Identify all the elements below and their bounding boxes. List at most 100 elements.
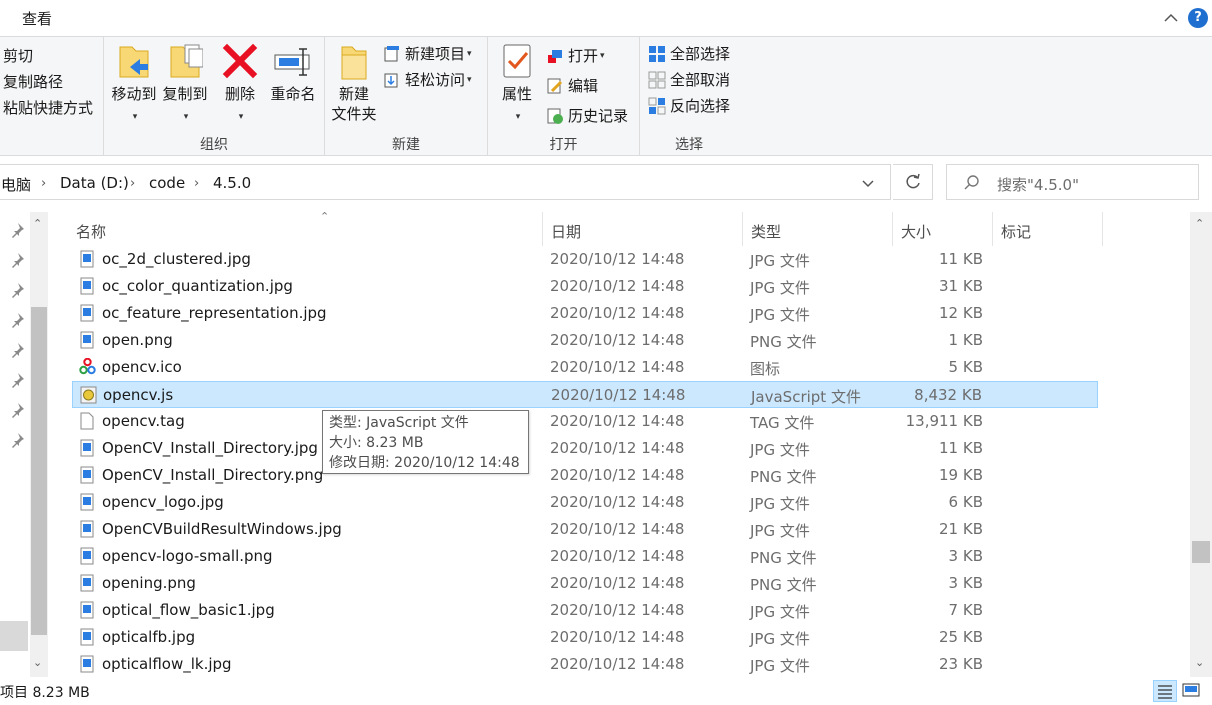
move-to-icon: [119, 46, 149, 78]
file-date: 2020/10/12 14:48: [550, 574, 685, 592]
chevron-down-icon[interactable]: ⌄: [33, 656, 42, 669]
file-name[interactable]: oc_color_quantization.jpg: [102, 277, 293, 295]
pin-icon: [12, 313, 24, 328]
file-row[interactable]: opencv-logo-small.png 2020/10/12 14:48 PNG…: [72, 543, 1098, 570]
tab-view[interactable]: 查看: [22, 8, 52, 29]
file-name[interactable]: opencv.ico: [102, 358, 182, 376]
history-button[interactable]: 历史记录: [546, 105, 628, 126]
help-button[interactable]: ?: [1188, 8, 1208, 28]
cut-button[interactable]: 剪切: [3, 45, 33, 66]
nav-selected-item[interactable]: [0, 621, 28, 651]
file-row[interactable]: oc_color_quantization.jpg 2020/10/12 14:4…: [72, 273, 1098, 300]
copy-to-button[interactable]: 复制到 ▾: [160, 41, 210, 127]
rename-button[interactable]: 重命名: [266, 41, 320, 104]
pin-icon: [12, 373, 24, 388]
chevron-up-icon[interactable]: ⌃: [33, 217, 42, 230]
file-name[interactable]: optical_flow_basic1.jpg: [102, 601, 275, 619]
pin-icon: [12, 253, 24, 268]
file-row[interactable]: opencv.ico 2020/10/12 14:48 图标 5 KB: [72, 354, 1098, 381]
file-name[interactable]: open.png: [102, 331, 173, 349]
file-name[interactable]: OpenCVBuildResultWindows.jpg: [102, 520, 342, 538]
open-button[interactable]: 打开 ▾: [546, 45, 605, 66]
file-name[interactable]: opencv_logo.jpg: [102, 493, 224, 511]
file-type: PNG 文件: [750, 549, 817, 567]
file-name[interactable]: oc_feature_representation.jpg: [102, 304, 327, 322]
copy-path-button[interactable]: 复制路径: [3, 71, 63, 92]
chevron-up-icon[interactable]: ⌃: [1195, 217, 1204, 230]
new-item-button[interactable]: 新建项目 ▾: [383, 43, 472, 64]
file-row[interactable]: opencv.js 2020/10/12 14:48 JavaScript 文件 8,…: [72, 381, 1098, 408]
column-header-name[interactable]: 名称 ⌃: [68, 210, 543, 246]
edit-label: 编辑: [568, 77, 599, 95]
file-size: 1 KB: [948, 331, 983, 349]
column-header-tags[interactable]: 标记: [993, 212, 1103, 246]
file-row[interactable]: opencv_logo.jpg 2020/10/12 14:48 JPG 文件 6 K…: [72, 489, 1098, 516]
select-none-button[interactable]: 全部取消: [648, 69, 730, 90]
file-name[interactable]: opencv.tag: [102, 412, 185, 430]
file-size: 25 KB: [939, 628, 983, 646]
easy-access-button[interactable]: 轻松访问 ▾: [383, 69, 472, 90]
chevron-right-icon[interactable]: ›: [130, 176, 135, 191]
refresh-button[interactable]: [893, 164, 933, 200]
large-icons-view-button[interactable]: [1180, 680, 1204, 702]
file-size: 3 KB: [948, 547, 983, 565]
file-row[interactable]: opening.png 2020/10/12 14:48 PNG 文件 3 KB: [72, 570, 1098, 597]
chevron-down-icon[interactable]: ⌄: [1195, 656, 1204, 669]
chevron-down-icon[interactable]: [861, 177, 875, 191]
opencv-ico-icon: [79, 358, 96, 375]
address-row: 电脑 › Data (D:) › code › 4.5.0 搜索"4.5.0": [0, 156, 1212, 212]
file-name[interactable]: OpenCV_Install_Directory.png: [102, 466, 323, 484]
file-row[interactable]: OpenCVBuildResultWindows.jpg 2020/10/12 1…: [72, 516, 1098, 543]
file-name[interactable]: opencv.js: [103, 386, 173, 404]
column-header-type[interactable]: 类型: [743, 212, 893, 246]
file-row[interactable]: oc_2d_clustered.jpg 2020/10/12 14:48 JPG 文…: [72, 246, 1098, 273]
large-icons-view-icon: [1182, 683, 1200, 697]
address-bar[interactable]: 电脑 › Data (D:) › code › 4.5.0: [0, 164, 891, 200]
file-name[interactable]: OpenCV_Install_Directory.jpg: [102, 439, 318, 457]
edit-button[interactable]: 编辑: [546, 75, 598, 96]
file-list-scrollbar[interactable]: ⌃ ⌄: [1190, 212, 1212, 677]
js-file-icon: [80, 386, 97, 404]
breadcrumb-code[interactable]: code: [149, 174, 185, 192]
breadcrumb-this-pc[interactable]: 电脑: [1, 174, 31, 195]
file-row[interactable]: oc_feature_representation.jpg 2020/10/12 …: [72, 300, 1098, 327]
breadcrumb-drive[interactable]: Data (D:): [60, 174, 129, 192]
column-header-size[interactable]: 大小: [893, 212, 993, 246]
file-row[interactable]: optical_flow_basic1.jpg 2020/10/12 14:48 J…: [72, 597, 1098, 624]
chevron-right-icon[interactable]: ›: [194, 176, 199, 191]
file-row[interactable]: opticalflow_lk.jpg 2020/10/12 14:48 JPG 文件…: [72, 651, 1098, 678]
history-label: 历史记录: [568, 107, 629, 125]
chevron-up-icon[interactable]: [1162, 9, 1180, 27]
file-row[interactable]: open.png 2020/10/12 14:48 PNG 文件 1 KB: [72, 327, 1098, 354]
delete-button[interactable]: 删除 ▾: [220, 41, 260, 127]
select-all-button[interactable]: 全部选择: [648, 43, 730, 64]
file-row[interactable]: opticalfb.jpg 2020/10/12 14:48 JPG 文件 25 KB: [72, 624, 1098, 651]
paste-shortcut-button[interactable]: 粘贴快捷方式: [3, 97, 93, 118]
pin-icon: [12, 433, 24, 448]
image-file-icon: [80, 628, 94, 646]
new-folder-button[interactable]: 新建 文件夹: [329, 41, 379, 124]
file-name[interactable]: opticalflow_lk.jpg: [102, 655, 232, 673]
nav-scrollbar[interactable]: ⌃ ⌄: [30, 212, 48, 677]
file-row[interactable]: opencv.tag 2020/10/12 14:48 TAG 文件 13,911 K…: [72, 408, 1098, 435]
column-header-date[interactable]: 日期: [543, 212, 743, 246]
invert-selection-button[interactable]: 反向选择: [648, 95, 730, 116]
chevron-right-icon[interactable]: ›: [41, 176, 46, 191]
properties-button[interactable]: 属性 ▾: [496, 41, 538, 127]
file-name[interactable]: opencv-logo-small.png: [102, 547, 273, 565]
file-name[interactable]: opticalfb.jpg: [102, 628, 195, 646]
file-name[interactable]: oc_2d_clustered.jpg: [102, 250, 251, 268]
file-row[interactable]: OpenCV_Install_Directory.jpg 2020/10/12 1…: [72, 435, 1098, 462]
details-view-icon: [1158, 685, 1172, 699]
file-list-scrollbar-thumb[interactable]: [1192, 541, 1210, 563]
breadcrumb-current[interactable]: 4.5.0: [213, 174, 251, 192]
file-name[interactable]: opening.png: [102, 574, 196, 592]
nav-scrollbar-thumb[interactable]: [31, 307, 47, 635]
copy-to-label: 复制到: [162, 85, 208, 103]
details-view-button[interactable]: [1153, 680, 1177, 702]
move-to-button[interactable]: 移动到 ▾: [109, 41, 159, 127]
file-type: JPG 文件: [750, 522, 810, 540]
search-input[interactable]: 搜索"4.5.0": [946, 164, 1199, 200]
file-row[interactable]: OpenCV_Install_Directory.png 2020/10/12 1…: [72, 462, 1098, 489]
file-size: 31 KB: [939, 277, 983, 295]
